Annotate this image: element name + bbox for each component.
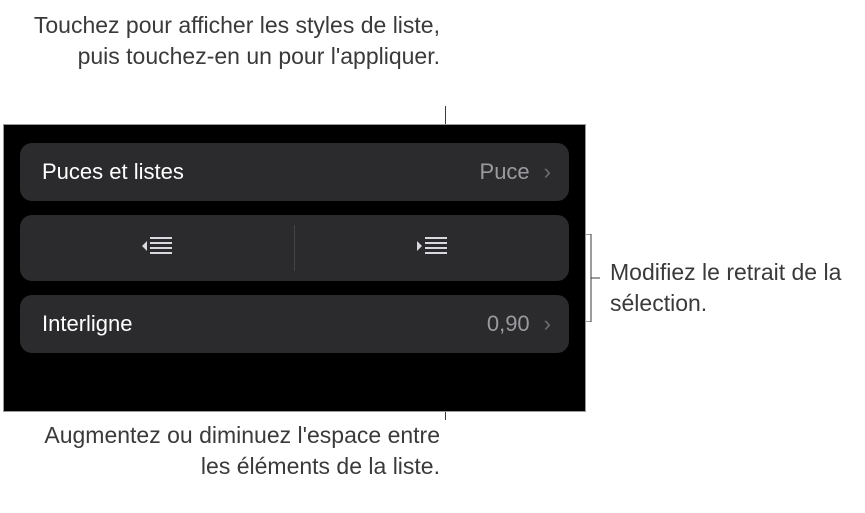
bullets-value: Puce: [480, 159, 530, 185]
interline-label: Interligne: [42, 311, 487, 337]
callout-interline: Augmentez ou diminuez l'espace entre les…: [20, 420, 440, 482]
bullets-label: Puces et listes: [42, 159, 480, 185]
callout-list-styles: Touchez pour afficher les styles de list…: [20, 10, 440, 72]
indent-button[interactable]: [295, 215, 569, 281]
indent-controls: [20, 215, 569, 281]
format-panel: Puces et listes Puce ›: [3, 124, 586, 412]
chevron-right-icon: ›: [544, 311, 551, 337]
indent-icon: [417, 235, 447, 262]
interline-value: 0,90: [487, 311, 530, 337]
outdent-button[interactable]: [20, 215, 294, 281]
callout-indent: Modifiez le retrait de la sélection.: [610, 257, 860, 319]
bullets-and-lists-row[interactable]: Puces et listes Puce ›: [20, 143, 569, 201]
chevron-right-icon: ›: [544, 159, 551, 185]
interline-row[interactable]: Interligne 0,90 ›: [20, 295, 569, 353]
outdent-icon: [142, 235, 172, 262]
